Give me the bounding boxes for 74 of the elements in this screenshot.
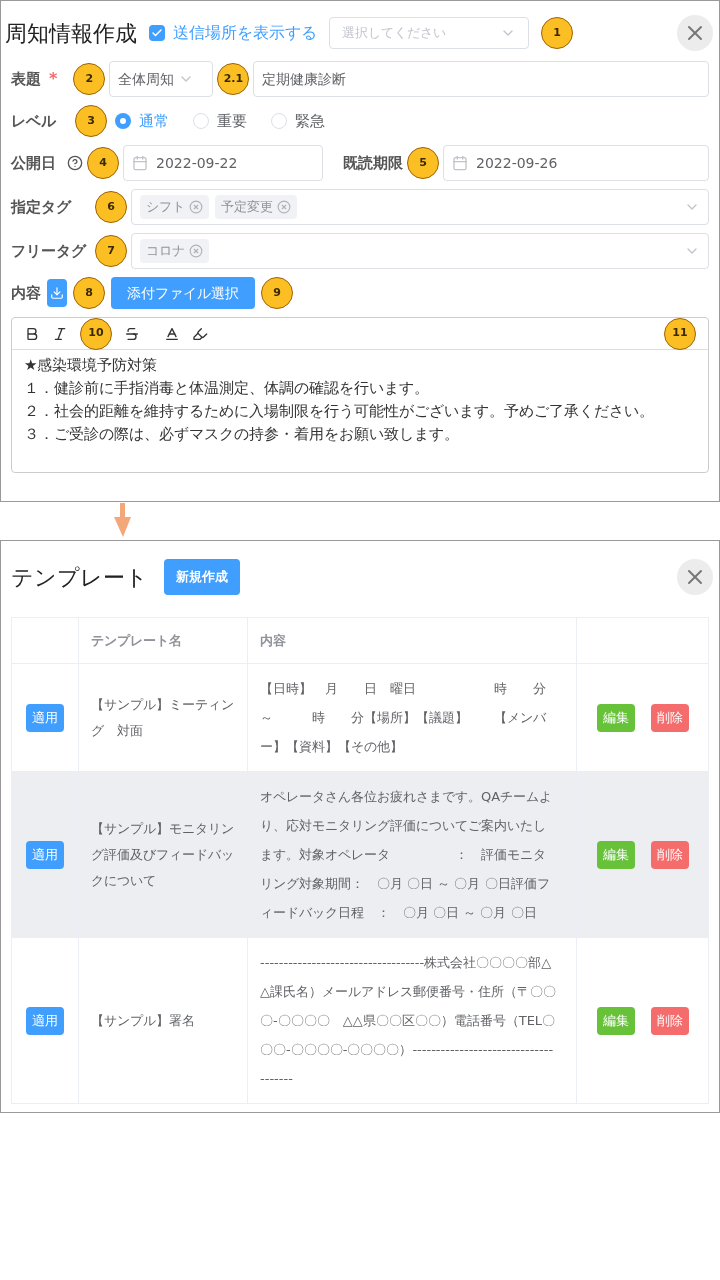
field-label: 既読期限	[343, 152, 403, 174]
panel-title: テンプレート	[11, 563, 148, 592]
bold-icon[interactable]	[24, 325, 40, 342]
step-marker: 2.1	[217, 63, 250, 95]
table-cell: 【サンプル】モニタリング評価及びフィードバックについて	[78, 771, 248, 938]
apply-button[interactable]: 適用	[26, 703, 64, 732]
subject-input[interactable]: 定期健康診断	[253, 61, 709, 97]
column-header: テンプレート名	[78, 617, 248, 664]
template-row[interactable]: 適用 【サンプル】ミーティング 対面 【日時】 月 日 曜日 時 分～ 時 分【場所】【議題】 【メンバー】【資料】【その他】 編集 削除	[11, 663, 709, 772]
tag-select[interactable]: コロナ	[131, 233, 709, 269]
step-marker: 4	[87, 147, 119, 179]
editor-text-line: １．健診前に手指消毒と体温測定、体調の確認を行います。	[24, 378, 430, 399]
table-cell: オペレータさん各位お疲れさまです。QAチームより、応対モニタリング評価についてご案内いたします。対象オペレータ ： 評価モニタリング対象期間： 〇月 〇日 ～ 〇月 〇日評価フィードバック日程 ： 〇月 〇日 ～ 〇月 〇日	[247, 771, 577, 938]
edit-button[interactable]: 編集	[596, 840, 635, 869]
edit-button[interactable]: 編集	[596, 1006, 635, 1035]
close-button[interactable]	[677, 559, 713, 595]
step-marker: 2	[73, 63, 106, 95]
template-row[interactable]: 適用 【サンプル】モニタリング評価及びフィードバックについて オペレータさん各位お疲れさまです。QAチームより、応対モニタリング評価についてご案内いたします。対象オペレータ ： 評価モニタリング対象期間： 〇月 〇日 ～ 〇月 〇日評価フィードバック日程 ： 〇月 〇日 ～ 〇月 〇日 編集 削除	[11, 771, 709, 938]
step-marker: 9	[261, 277, 293, 309]
connector-arrow	[114, 503, 132, 537]
column-header: 内容	[247, 617, 577, 664]
table-cell: -----------------------------------株式会社〇〇〇〇部△△課氏名）メールアドレス郵便番号・住所（〒〇〇〇-〇〇〇〇 △△県〇〇区〇〇）電話番号（TEL〇〇〇-〇〇〇〇-〇〇〇〇）-------------------------------------	[247, 937, 577, 1104]
level-radio[interactable]: 緊急	[271, 109, 325, 133]
step-marker: 8	[73, 277, 105, 309]
table-cell: 【日時】 月 日 曜日 時 分～ 時 分【場所】【議題】 【メンバー】【資料】【その他】	[247, 663, 577, 772]
edit-button[interactable]: 編集	[596, 703, 635, 732]
step-marker: 7	[95, 235, 127, 267]
table-cell: 【サンプル】ミーティング 対面	[78, 663, 248, 772]
tag: 予定変更	[215, 195, 297, 219]
table-cell: 【サンプル】署名	[78, 937, 248, 1104]
close-button[interactable]	[677, 15, 713, 51]
field-label: 表題	[11, 68, 41, 90]
checkmark-icon	[151, 27, 163, 39]
calendar-icon	[452, 155, 468, 171]
step-marker: 1	[541, 17, 573, 49]
field-label: フリータグ	[11, 240, 88, 262]
editor-text-line: ２．社会的距離を維持するために入場制限を行う可能性がございます。予めご了承ください。	[24, 401, 655, 422]
delete-button[interactable]: 削除	[650, 703, 689, 732]
apply-button[interactable]: 適用	[26, 1006, 64, 1035]
panel-title: 周知情報作成	[5, 19, 137, 48]
highlight-icon[interactable]	[192, 325, 208, 342]
category-select[interactable]: 全体周知	[109, 61, 214, 97]
required-mark: *	[49, 68, 58, 90]
date-input[interactable]: 2022-09-22	[123, 145, 323, 181]
location-checkbox[interactable]: 送信場所を表示する	[149, 21, 317, 45]
step-marker: 11	[664, 317, 696, 350]
editor-text-line: ★感染環境予防対策	[24, 355, 159, 376]
text-color-icon[interactable]	[164, 325, 180, 342]
tag: シフト	[140, 195, 209, 219]
italic-icon[interactable]	[52, 325, 68, 342]
rich-text-editor[interactable]: 10 11 ★感染環境予防対策 １．健診前に手指消毒と体温測定、体調の確認を行います。 ２．社会的距離を維持するために入場制限を行う可能性がございます。予めご了承ください。 ３．ご受診の際は、必ずマスクの持参・着用をお願い致します。	[11, 317, 709, 473]
level-radio[interactable]: 通常	[115, 109, 169, 133]
apply-button[interactable]: 適用	[26, 840, 64, 869]
location-select[interactable]: 選択してください	[329, 17, 529, 49]
field-label: レベル	[11, 110, 57, 132]
tag: コロナ	[140, 239, 209, 263]
step-marker: 5	[407, 147, 439, 179]
field-label: 内容	[11, 282, 41, 304]
delete-button[interactable]: 削除	[650, 840, 689, 869]
level-radio[interactable]: 重要	[193, 109, 247, 133]
editor-text-line: ３．ご受診の際は、必ずマスクの持参・着用をお願い致します。	[24, 424, 460, 445]
field-label: 指定タグ	[11, 196, 73, 218]
template-row[interactable]: 適用 【サンプル】署名 -----------------------------------株式会社〇〇〇〇部△△課氏名）メールアドレス郵便番号・住所（〒〇〇〇-〇〇〇〇 △△県〇〇区〇〇）電話番号（TEL〇〇〇-〇〇〇〇-〇〇〇〇）------------------------------------- 編集 削除	[11, 937, 709, 1104]
calendar-icon	[132, 155, 148, 171]
step-marker: 6	[95, 191, 127, 223]
help-icon[interactable]	[67, 155, 83, 171]
strikethrough-icon[interactable]	[124, 325, 140, 342]
delete-button[interactable]: 削除	[650, 1006, 689, 1035]
field-label: 公開日	[11, 152, 57, 174]
step-marker: 3	[75, 105, 107, 137]
new-template-button[interactable]: 新規作成	[164, 559, 240, 595]
step-marker: 10	[80, 317, 112, 350]
date-input[interactable]: 2022-09-26	[443, 145, 709, 181]
attach-file-button[interactable]: 添付ファイル選択	[111, 277, 255, 309]
